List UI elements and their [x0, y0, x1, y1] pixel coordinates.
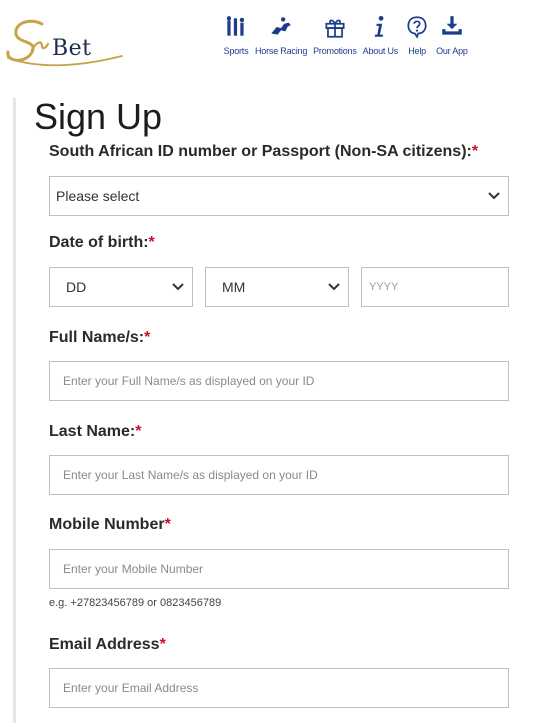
email-placeholder: Enter your Email Address: [63, 681, 199, 695]
dob-label-text: Date of birth:: [49, 234, 149, 251]
mobile-number-hint: e.g. +27823456789 or 0823456789: [49, 597, 222, 609]
nav-label: About Us: [362, 46, 399, 56]
main-nav: Sports Horse Racing Promotions About Us …: [220, 14, 471, 56]
nav-label: Our App: [436, 46, 468, 56]
help-icon: [407, 16, 427, 39]
dob-day-value: DD: [66, 279, 87, 295]
last-name-label: Last Name:*: [49, 423, 141, 441]
id-type-label: South African ID number or Passport (Non…: [49, 143, 478, 161]
full-name-placeholder: Enter your Full Name/s as displayed on y…: [63, 374, 315, 388]
email-label: Email Address*: [49, 636, 166, 654]
chevron-down-icon: [488, 192, 500, 200]
info-icon: [374, 15, 384, 37]
last-name-placeholder: Enter your Last Name/s as displayed on y…: [63, 468, 318, 482]
required-marker: *: [135, 423, 142, 440]
page-title: Sign Up: [34, 96, 163, 137]
required-marker: *: [159, 636, 166, 653]
brand-name: Bet: [52, 36, 92, 61]
full-name-label-text: Full Name/s:: [49, 329, 145, 346]
nav-item-horse-racing[interactable]: Horse Racing: [252, 14, 310, 56]
nav-label: Promotions: [313, 46, 357, 56]
last-name-input[interactable]: Enter your Last Name/s as displayed on y…: [49, 455, 509, 495]
dob-day-select[interactable]: DD: [49, 267, 193, 307]
horse-racing-icon: [271, 17, 291, 35]
email-input[interactable]: Enter your Email Address: [49, 668, 509, 708]
dob-month-select[interactable]: MM: [205, 267, 349, 307]
id-type-select-value: Please select: [56, 188, 140, 204]
mobile-number-placeholder: Enter your Mobile Number: [63, 562, 204, 576]
chevron-down-icon: [328, 283, 340, 291]
nav-item-help[interactable]: Help: [401, 14, 433, 56]
sports-icon: [226, 16, 245, 36]
nav-label: Sports: [223, 46, 249, 56]
dob-year-input[interactable]: YYYY: [361, 267, 509, 307]
nav-label: Horse Racing: [255, 46, 308, 56]
id-type-label-text: South African ID number or Passport (Non…: [49, 143, 472, 160]
nav-item-our-app[interactable]: Our App: [433, 14, 471, 56]
id-type-select[interactable]: Please select: [49, 176, 509, 216]
full-name-input[interactable]: Enter your Full Name/s as displayed on y…: [49, 361, 509, 401]
dob-label: Date of birth:*: [49, 234, 155, 252]
mobile-label: Mobile Number*: [49, 516, 171, 534]
gift-icon: [325, 19, 345, 38]
required-marker: *: [148, 234, 155, 251]
dob-year-placeholder: YYYY: [369, 281, 399, 293]
nav-item-promotions[interactable]: Promotions: [310, 14, 360, 56]
last-name-label-text: Last Name:: [49, 423, 136, 440]
nav-item-about-us[interactable]: About Us: [360, 14, 401, 56]
left-divider: [13, 98, 16, 723]
sunbet-logo[interactable]: Bet: [2, 10, 132, 70]
site-header: Bet Sports Horse Racing Promotions About…: [0, 0, 533, 80]
nav-item-sports[interactable]: Sports: [220, 14, 252, 56]
required-marker: *: [144, 329, 151, 346]
required-marker: *: [164, 516, 171, 533]
email-label-text: Email Address: [49, 636, 160, 653]
full-name-label: Full Name/s:*: [49, 329, 150, 347]
nav-label: Help: [408, 46, 426, 56]
required-marker: *: [471, 143, 479, 160]
dob-month-value: MM: [222, 279, 246, 295]
download-icon: [442, 16, 462, 35]
chevron-down-icon: [172, 283, 184, 291]
mobile-number-input[interactable]: Enter your Mobile Number: [49, 549, 509, 589]
mobile-label-text: Mobile Number: [49, 516, 165, 533]
